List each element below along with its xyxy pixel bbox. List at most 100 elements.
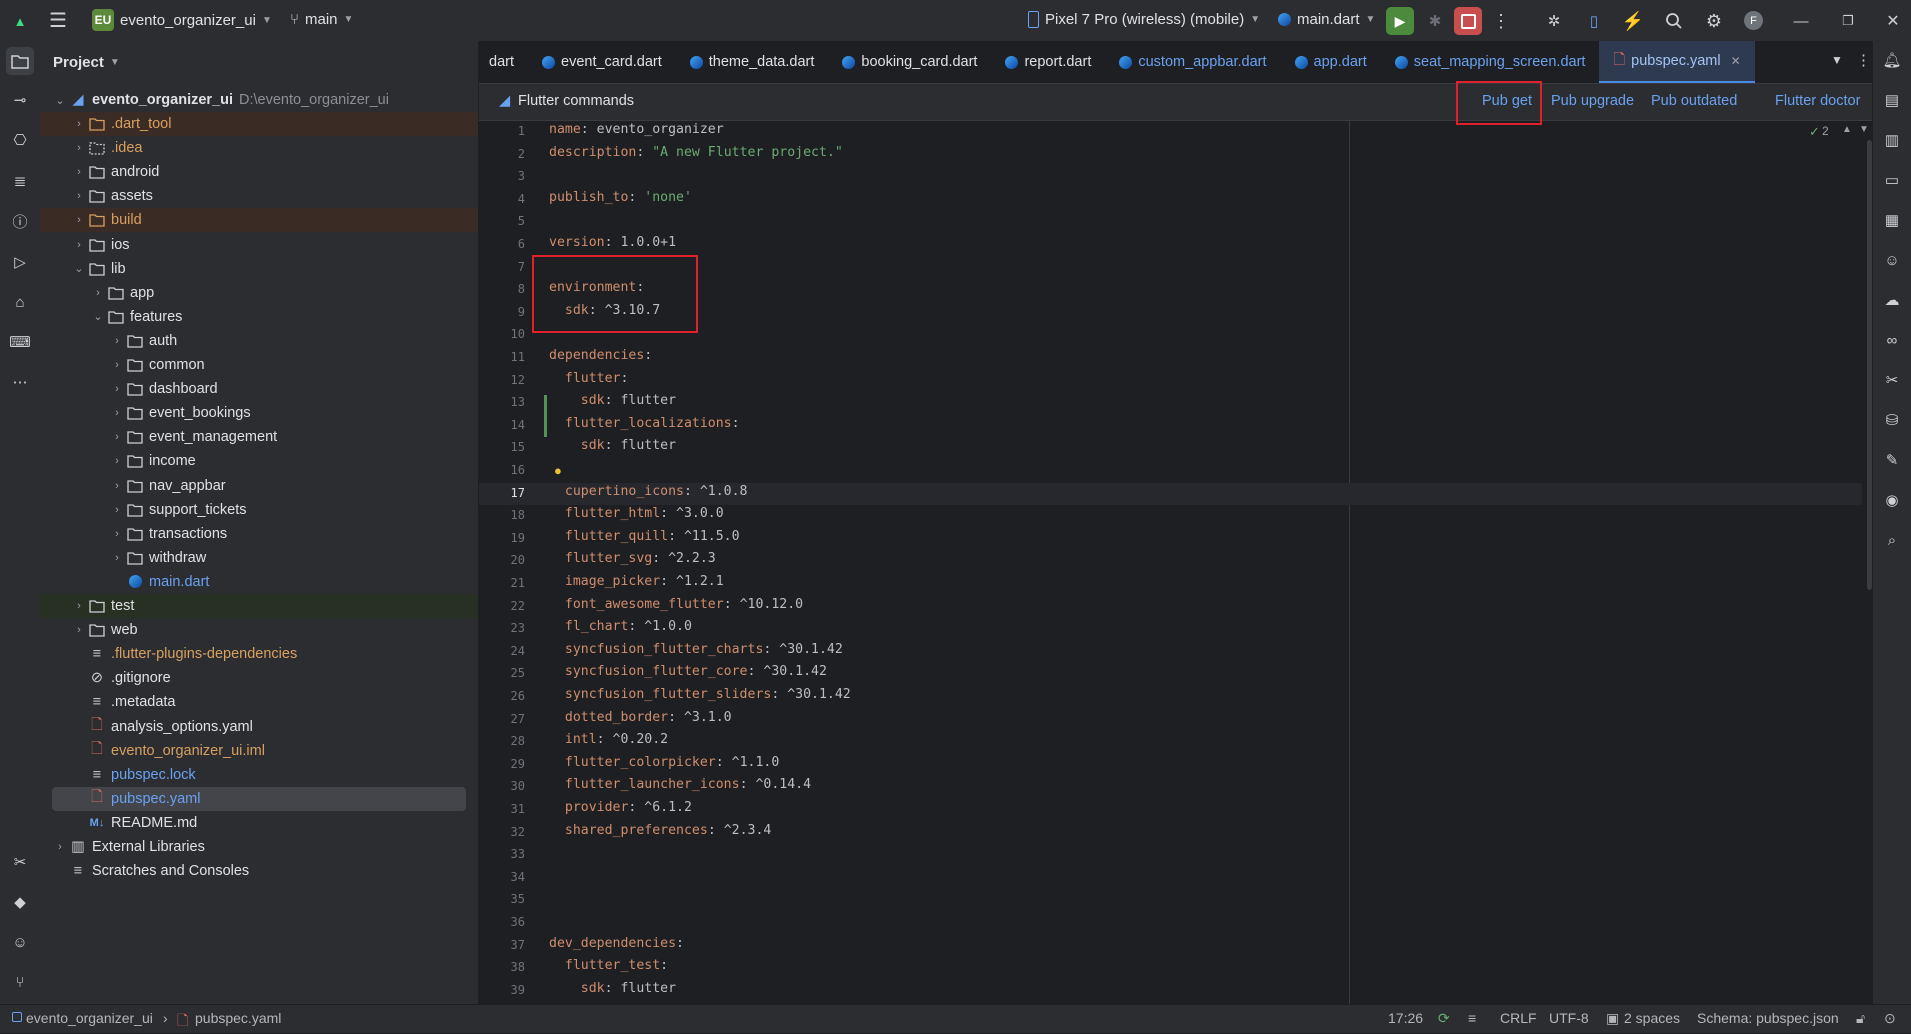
more-actions-icon[interactable]: ⋮ [1490,10,1512,32]
indent-setting[interactable]: 2 spaces [1624,1010,1680,1026]
code-line[interactable]: syncfusion_flutter_sliders: ^30.1.42 [549,687,851,702]
tree-item-pubspec-lock[interactable]: ≡ pubspec.lock [40,763,478,787]
problems-icon[interactable]: ⓘ [9,210,31,232]
tree-item-build[interactable]: › build [40,208,478,233]
tree-item-common[interactable]: › common [40,353,478,377]
git-icon[interactable]: ⑂ [9,971,31,993]
expand-arrow-icon[interactable]: ⌄ [90,310,106,323]
code-line[interactable]: sdk: flutter [549,981,676,996]
collapse-arrow-icon[interactable]: › [52,841,68,853]
code-line[interactable]: publish_to: 'none' [549,190,692,205]
tree-item-test[interactable]: › test [40,594,478,618]
code-line[interactable]: flutter_colorpicker: ^1.1.0 [549,755,779,770]
ai-status-icon[interactable]: ⟳ [1438,1010,1450,1027]
code-line[interactable]: flutter_svg: ^2.2.3 [549,551,716,566]
close-tab-icon[interactable]: ✕ [1731,54,1741,68]
tree-item-external-libraries[interactable]: › ▥ External Libraries [40,835,478,859]
collapse-arrow-icon[interactable]: › [71,118,87,130]
tree-item-evento-organizer-ui-iml[interactable]: 🗋 evento_organizer_ui.iml [40,739,478,763]
code-line[interactable]: fl_chart: ^1.0.0 [549,619,692,634]
tree-item-event-bookings[interactable]: › event_bookings [40,401,478,425]
terminal-icon[interactable]: ⌨ [9,331,31,353]
notifications-status-icon[interactable]: ⊙ [1884,1010,1896,1027]
code-line[interactable]: syncfusion_flutter_charts: ^30.1.42 [549,642,843,657]
emulator-icon[interactable]: ▭ [1881,169,1903,191]
code-line[interactable]: flutter_quill: ^11.5.0 [549,529,740,544]
expand-arrow-icon[interactable]: ⌄ [71,262,87,275]
collapse-arrow-icon[interactable]: › [71,600,87,612]
tab-event-card[interactable]: event_card.dart [528,41,676,83]
cursor-position[interactable]: 17:26 [1388,1010,1423,1026]
main-menu-icon[interactable]: ☰ [47,9,69,32]
settings-gear-icon[interactable]: ⚙ [1703,10,1725,32]
inspect-icon[interactable]: ⌕ [1881,529,1903,551]
tree-item-flutter-plugins-dependencies[interactable]: ≡ .flutter-plugins-dependencies [40,642,478,666]
minimize-icon[interactable]: — [1790,10,1812,32]
tools-icon[interactable]: ✂ [9,851,31,873]
code-line[interactable]: dotted_border: ^3.1.0 [549,710,732,725]
code-editor[interactable]: 1 name: evento_organizer 2 description: "A … [479,120,1872,1004]
code-line[interactable]: cupertino_icons: ^1.0.8 [549,484,748,499]
preview-icon[interactable]: ◉ [1881,489,1903,511]
tree-item-support-tickets[interactable]: › support_tickets [40,498,478,522]
tools-icon[interactable]: ✂ [1881,369,1903,391]
file-encoding[interactable]: UTF-8 [1549,1010,1589,1026]
run-icon[interactable]: ▷ [9,251,31,273]
code-line[interactable]: image_picker: ^1.2.1 [549,574,724,589]
tab-app[interactable]: app.dart [1281,41,1381,83]
tab-booking-card[interactable]: booking_card.dart [828,41,991,83]
code-line[interactable]: flutter_test: [549,958,668,973]
project-panel-header[interactable]: Project ▼ [40,41,478,83]
code-line[interactable]: flutter_launcher_icons: ^0.14.4 [549,777,811,792]
collapse-arrow-icon[interactable]: › [109,552,125,564]
stop-button[interactable] [1454,7,1482,35]
soft-wrap-icon[interactable]: ≡ [1468,1010,1476,1026]
gradle-icon[interactable]: ▤ [1881,89,1903,111]
code-line[interactable]: sdk: flutter [549,438,676,453]
readonly-lock-icon[interactable]: 🔓︎ [1856,1010,1865,1027]
link-icon[interactable]: ∞ [1881,329,1903,351]
code-line[interactable]: shared_preferences: ^2.3.4 [549,823,771,838]
tree-item-dashboard[interactable]: › dashboard [40,377,478,401]
pub-upgrade-link[interactable]: Pub upgrade [1551,93,1634,109]
collapse-arrow-icon[interactable]: › [109,480,125,492]
run-button[interactable]: ▶ [1386,7,1414,35]
tree-item-lib[interactable]: ⌄ lib [40,257,478,281]
tree-item-android[interactable]: › android [40,160,478,184]
build-icon[interactable]: ⌂ [9,291,31,313]
chevron-up-icon[interactable]: ▲ [1842,124,1852,135]
code-line[interactable]: syncfusion_flutter_core: ^30.1.42 [549,664,827,679]
code-line[interactable]: font_awesome_flutter: ^10.12.0 [549,597,803,612]
run-config-selector[interactable]: main.dart ▼ [1278,11,1375,28]
project-folder-icon[interactable] [6,47,34,75]
collapse-arrow-icon[interactable]: › [71,166,87,178]
bug-icon[interactable]: ✲ [1543,10,1565,32]
collapse-arrow-icon[interactable]: › [71,190,87,202]
collapse-arrow-icon[interactable]: › [90,287,106,299]
tree-item-nav-appbar[interactable]: › nav_appbar [40,474,478,498]
tree-item-readme-md[interactable]: M↓ README.md [40,811,478,835]
code-line[interactable]: name: evento_organizer [549,122,724,137]
commit-icon[interactable]: ⊸ [9,89,31,111]
tree-item-main-dart[interactable]: main.dart [40,570,478,594]
layout-inspector-icon[interactable]: ▦ [1881,209,1903,231]
code-line[interactable]: flutter: [549,371,629,386]
intention-bulb-icon[interactable]: ● [554,463,562,478]
more-tools-icon[interactable]: ⋯ [9,371,31,393]
tree-item-features[interactable]: ⌄ features [40,305,478,329]
tabs-dropdown-icon[interactable]: ▼ [1831,53,1843,67]
tab-pubspec[interactable]: 🗋 pubspec.yaml ✕ [1599,41,1755,83]
tree-root[interactable]: ⌄ ◢ evento_organizer_ui D:\evento_organi… [40,88,478,112]
collapse-arrow-icon[interactable]: › [71,239,87,251]
code-line[interactable]: dependencies: [549,348,652,363]
device-explorer-icon[interactable]: ▥ [1881,129,1903,151]
tab-report[interactable]: report.dart [991,41,1105,83]
tab-theme-data[interactable]: theme_data.dart [676,41,829,83]
cloud-icon[interactable]: ☁ [1881,289,1903,311]
collapse-arrow-icon[interactable]: › [109,431,125,443]
database-icon[interactable]: ⛁ [1881,409,1903,431]
robot-icon[interactable]: ☺ [9,931,31,953]
breadcrumb-project[interactable]: evento_organizer_ui [26,1010,153,1026]
tree-item-auth[interactable]: › auth [40,329,478,353]
breadcrumb-file[interactable]: pubspec.yaml [195,1010,281,1026]
